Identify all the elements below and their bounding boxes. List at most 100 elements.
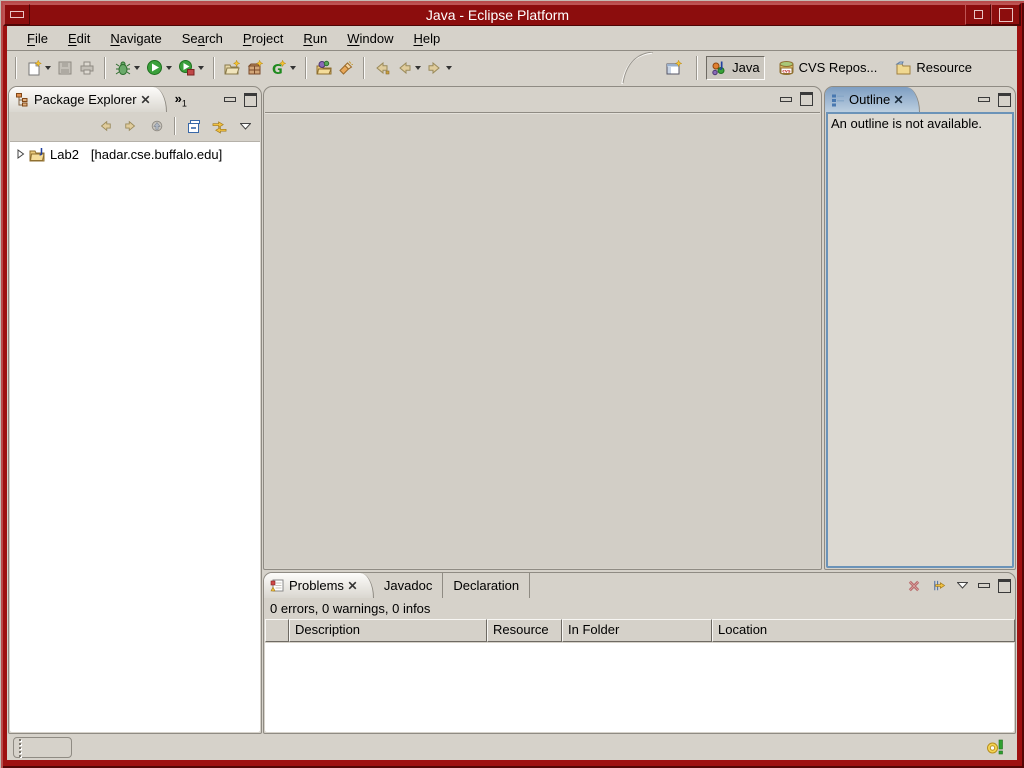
window-maximize-button[interactable]	[991, 4, 1020, 25]
external-tools-dropdown-icon	[198, 66, 204, 70]
open-perspective-button[interactable]	[661, 56, 688, 80]
problems-view-menu-button[interactable]	[950, 575, 974, 597]
perspective-java-label: Java	[732, 60, 759, 75]
column-header-blank[interactable]	[265, 619, 289, 642]
tab-problems[interactable]: Problems	[264, 573, 374, 598]
column-header-location[interactable]: Location	[712, 619, 1015, 642]
close-icon[interactable]	[141, 95, 150, 104]
status-notification-button[interactable]	[986, 738, 1005, 755]
new-class-button[interactable]: G	[267, 55, 299, 81]
new-java-project-icon	[224, 60, 241, 76]
search-flashlight-icon	[338, 60, 354, 76]
delete-marker-button[interactable]	[902, 575, 926, 597]
print-button[interactable]	[76, 55, 98, 81]
debug-icon	[115, 60, 131, 76]
maximize-icon	[998, 579, 1011, 593]
menu-run[interactable]: Run	[293, 31, 337, 46]
expand-arrow-icon[interactable]	[17, 149, 25, 159]
column-header-in-folder[interactable]: In Folder	[562, 619, 712, 642]
menu-project[interactable]: Project	[233, 31, 293, 46]
menu-file[interactable]: File	[17, 31, 58, 46]
toolbar-grip[interactable]	[15, 57, 17, 79]
new-java-project-button[interactable]	[221, 55, 244, 81]
window-maximize-icon	[999, 8, 1013, 22]
toolbar-separator	[213, 57, 215, 79]
editor-empty-area[interactable]	[265, 112, 820, 568]
hidden-views-count: 1	[182, 98, 187, 108]
java-project-icon: J	[29, 147, 46, 162]
save-button[interactable]	[54, 55, 76, 81]
minimize-icon	[224, 97, 236, 102]
column-header-resource[interactable]: Resource	[487, 619, 562, 642]
problems-minimize-button[interactable]	[978, 583, 990, 588]
collapse-all-button[interactable]	[181, 115, 205, 137]
problems-icon	[270, 578, 285, 593]
filter-button[interactable]	[926, 575, 950, 597]
new-wizard-icon	[26, 60, 42, 76]
package-explorer-minimize-button[interactable]	[224, 97, 236, 102]
pe-toolbar-separator	[174, 117, 176, 135]
open-perspective-icon	[666, 60, 683, 76]
tab-javadoc[interactable]: Javadoc	[374, 573, 443, 598]
editor-maximize-button[interactable]	[800, 92, 813, 106]
collapse-all-icon	[186, 119, 201, 134]
open-type-button[interactable]	[313, 55, 335, 81]
pe-view-menu-button[interactable]	[233, 115, 257, 137]
titlebar[interactable]: Java - Eclipse Platform	[3, 3, 1021, 26]
menu-bar: File Edit Navigate Search Project Run Wi…	[7, 26, 1017, 51]
save-icon	[57, 60, 73, 76]
outline-view: Outline An outline is not available.	[824, 86, 1016, 570]
outline-minimize-button[interactable]	[978, 97, 990, 102]
svg-text:cvs: cvs	[782, 69, 791, 74]
window-minimize-button[interactable]	[965, 4, 991, 25]
new-package-button[interactable]	[244, 55, 267, 81]
menu-window[interactable]: Window	[337, 31, 403, 46]
outline-maximize-button[interactable]	[998, 93, 1011, 107]
package-explorer-maximize-button[interactable]	[244, 93, 257, 107]
menu-search[interactable]: Search	[172, 31, 233, 46]
external-tools-button[interactable]	[175, 55, 207, 81]
perspective-resource[interactable]: Resource	[890, 56, 977, 80]
close-icon[interactable]	[894, 95, 903, 104]
menu-navigate[interactable]: Navigate	[100, 31, 171, 46]
package-explorer-title: Package Explorer	[34, 92, 137, 107]
pe-forward-icon	[124, 119, 138, 133]
run-button[interactable]	[143, 55, 175, 81]
search-button[interactable]	[335, 55, 357, 81]
problems-tab-label: Problems	[289, 578, 344, 593]
menu-help[interactable]: Help	[403, 31, 450, 46]
pe-forward-button[interactable]	[119, 115, 143, 137]
column-header-description[interactable]: Description	[289, 619, 487, 642]
tab-package-explorer[interactable]: Package Explorer	[9, 87, 167, 112]
back-button[interactable]	[393, 55, 424, 81]
window-frame: Java - Eclipse Platform File Edit Naviga…	[0, 0, 1024, 768]
hidden-views-chevron[interactable]: »1	[175, 91, 187, 109]
editor-minimize-button[interactable]	[780, 97, 792, 102]
perspective-cvs-repositories[interactable]: cvs CVS Repos...	[773, 56, 883, 80]
tab-outline[interactable]: Outline	[825, 87, 920, 112]
fast-view-bar[interactable]	[13, 737, 72, 758]
close-icon[interactable]	[348, 581, 357, 590]
outline-tab-row: Outline	[825, 87, 1015, 112]
forward-dropdown-icon	[446, 66, 452, 70]
perspective-resource-label: Resource	[916, 60, 972, 75]
pe-up-button[interactable]	[145, 115, 169, 137]
link-with-editor-button[interactable]	[207, 115, 231, 137]
new-wizard-button[interactable]	[23, 55, 54, 81]
window-menu-button[interactable]	[4, 4, 30, 25]
perspective-cvs-label: CVS Repos...	[799, 60, 878, 75]
pe-back-button[interactable]	[93, 115, 117, 137]
problems-maximize-button[interactable]	[998, 579, 1011, 593]
window-title: Java - Eclipse Platform	[30, 4, 965, 25]
last-edit-location-button[interactable]	[371, 55, 393, 81]
forward-button[interactable]	[424, 55, 455, 81]
package-explorer-tree[interactable]: J Lab2 [hadar.cse.buffalo.edu]	[10, 141, 260, 732]
tree-item-lab2[interactable]: J Lab2 [hadar.cse.buffalo.edu]	[10, 144, 260, 164]
tab-declaration[interactable]: Declaration	[443, 573, 530, 598]
debug-button[interactable]	[112, 55, 143, 81]
problems-tab-row: Problems Javadoc Declaration	[264, 573, 1015, 598]
menu-edit[interactable]: Edit	[58, 31, 100, 46]
problems-table-body[interactable]	[265, 643, 1014, 732]
perspective-java[interactable]: J Java	[706, 56, 764, 80]
resource-perspective-icon	[895, 60, 912, 76]
